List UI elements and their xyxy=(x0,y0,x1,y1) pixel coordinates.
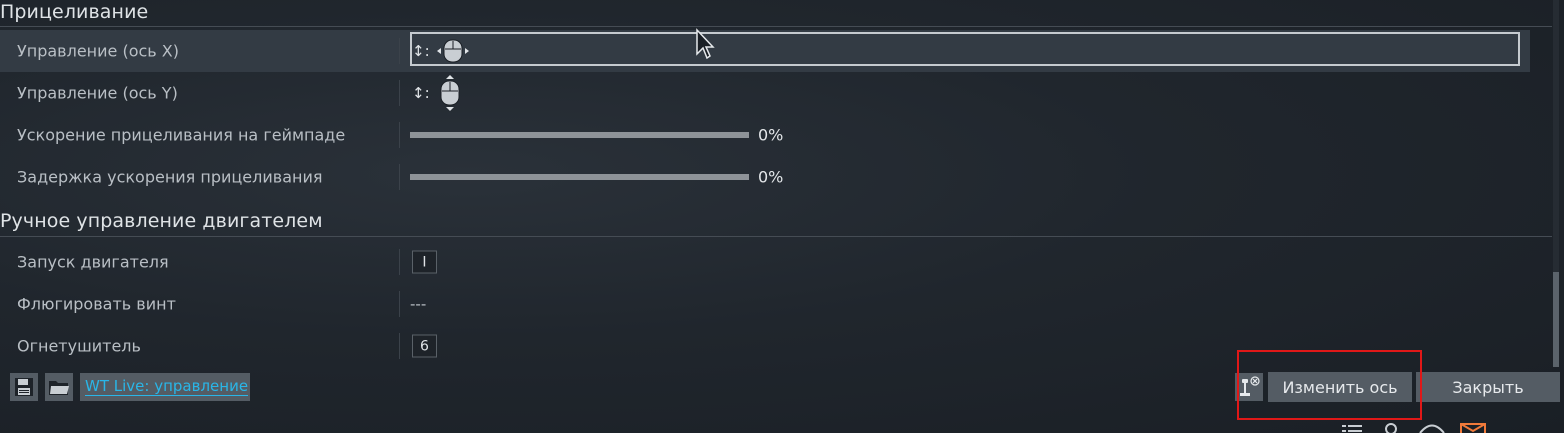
chat-icon[interactable] xyxy=(1418,424,1446,433)
folder-icon xyxy=(49,381,69,395)
mouse-horizontal-icon xyxy=(437,39,469,63)
column-divider xyxy=(399,249,400,275)
section-separator xyxy=(0,26,1552,27)
column-divider xyxy=(399,291,400,317)
slider-value: 0% xyxy=(758,167,784,187)
control-label: Управление (ось X) xyxy=(17,41,180,61)
control-row-axis-y[interactable]: Управление (ось Y) ↕: xyxy=(0,72,1530,114)
mouse-cursor-icon xyxy=(696,28,715,60)
control-row-acceleration-delay[interactable]: Задержка ускорения прицеливания 0% xyxy=(0,156,1530,198)
scrollbar[interactable] xyxy=(1553,0,1559,367)
column-divider xyxy=(399,80,400,106)
open-preset-button[interactable] xyxy=(45,373,73,401)
binding-value-box[interactable] xyxy=(410,32,1520,66)
control-row-engine-start[interactable]: Запуск двигателя I xyxy=(0,241,1530,283)
column-divider xyxy=(399,38,400,64)
column-divider xyxy=(399,122,400,148)
control-row-feather-propeller[interactable]: Флюгировать винт --- xyxy=(0,283,1530,325)
section-title-engine: Ручное управление двигателем xyxy=(0,210,323,232)
control-label: Флюгировать винт xyxy=(17,294,176,314)
friends-icon[interactable] xyxy=(1382,423,1400,433)
mouse-vertical-icon xyxy=(440,75,460,111)
scrollbar-thumb[interactable] xyxy=(1553,272,1559,367)
control-label: Ускорение прицеливания на геймпаде xyxy=(17,125,346,145)
control-label: Запуск двигателя xyxy=(17,252,169,272)
key-binding: 6 xyxy=(412,334,437,358)
axis-indicator: ↕: xyxy=(412,84,430,102)
highlight-annotation xyxy=(1237,350,1422,420)
control-row-gamepad-acceleration[interactable]: Ускорение прицеливания на геймпаде 0% xyxy=(0,114,1530,156)
save-preset-button[interactable] xyxy=(10,373,38,401)
wt-live-controls-button[interactable]: WT Live: управление xyxy=(80,373,250,401)
wt-live-link[interactable]: WT Live: управление xyxy=(85,378,249,396)
control-row-axis-x[interactable]: Управление (ось X) ↕: xyxy=(0,30,1530,72)
key-binding-empty: --- xyxy=(410,295,427,313)
section-title-aiming: Прицеливание xyxy=(0,1,149,23)
axis-indicator: ↕: xyxy=(412,42,430,60)
control-label: Управление (ось Y) xyxy=(17,83,178,103)
slider-track[interactable] xyxy=(410,174,749,180)
mail-icon[interactable] xyxy=(1460,423,1486,433)
section-separator xyxy=(0,236,1552,237)
slider-track[interactable] xyxy=(410,132,749,138)
column-divider xyxy=(399,333,400,359)
close-button[interactable]: Закрыть xyxy=(1416,372,1560,402)
control-label: Огнетушитель xyxy=(17,336,141,356)
control-label: Задержка ускорения прицеливания xyxy=(17,167,323,187)
list-icon[interactable] xyxy=(1342,421,1364,433)
slider-value: 0% xyxy=(758,125,784,145)
column-divider xyxy=(399,164,400,190)
key-binding: I xyxy=(412,250,437,274)
floppy-disk-icon xyxy=(15,378,33,396)
